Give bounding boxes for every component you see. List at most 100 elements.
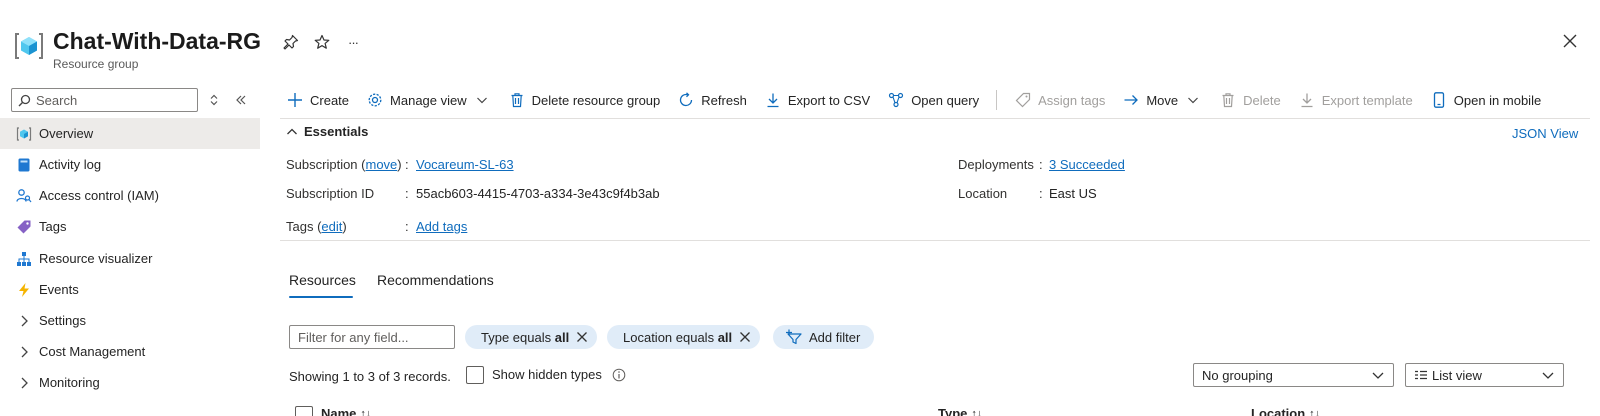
edit-tags-link[interactable]: edit [321, 219, 342, 234]
sidebar-item-label: Activity log [39, 157, 102, 172]
manage-view-label: Manage view [390, 92, 467, 108]
tab-resources[interactable]: Resources [289, 272, 356, 288]
view-value: List view [1432, 367, 1482, 383]
chevron-right-icon [16, 375, 32, 391]
tags-label: Tags (edit) [286, 219, 347, 234]
move-link[interactable]: move [366, 157, 398, 172]
tab-recommendations[interactable]: Recommendations [377, 272, 494, 288]
sidebar-item-label: Tags [39, 219, 67, 234]
manage-view-button[interactable]: Manage view [366, 91, 491, 109]
essentials-heading: Essentials [304, 124, 369, 139]
show-hidden-checkbox[interactable] [466, 366, 484, 384]
chevron-up-icon [286, 126, 298, 138]
json-view-link[interactable]: JSON View [1512, 126, 1578, 141]
delete-button[interactable]: Delete [1219, 91, 1281, 109]
more-options-button[interactable]: ··· [343, 32, 363, 52]
refresh-button[interactable]: Refresh [677, 91, 747, 109]
sidebar-item-monitoring[interactable]: Monitoring [0, 367, 260, 398]
sidebar-item-label: Cost Management [39, 344, 146, 359]
essentials-toggle[interactable]: Essentials [286, 124, 368, 139]
column-header-location[interactable]: Location ↑↓ [1251, 406, 1320, 416]
move-button[interactable]: Move [1122, 91, 1202, 109]
sidebar-item-label: Access control (IAM) [39, 188, 159, 203]
open-query-button[interactable]: Open query [887, 91, 979, 109]
page-title: Chat-With-Data-RG [53, 28, 262, 54]
sidebar-item-settings[interactable]: Settings [0, 305, 260, 336]
sidebar-item-label: Overview [39, 126, 94, 141]
sort-icon: ↑↓ [971, 407, 983, 416]
sidebar-search-input[interactable]: Search [11, 88, 198, 112]
records-summary: Showing 1 to 3 of 3 records. [289, 369, 451, 384]
add-tags-link[interactable]: Add tags [416, 219, 467, 234]
pin-icon[interactable] [281, 32, 301, 52]
refresh-label: Refresh [701, 92, 747, 108]
open-in-mobile-button[interactable]: Open in mobile [1430, 91, 1541, 109]
close-icon[interactable] [1560, 31, 1580, 51]
sort-toggle-icon[interactable] [206, 92, 222, 108]
essentials-divider [280, 240, 1590, 241]
sidebar-item-overview[interactable]: Overview [0, 118, 260, 149]
sidebar-item-resource-visualizer[interactable]: Resource visualizer [0, 243, 260, 274]
subscription-id-label: Subscription ID [286, 186, 375, 201]
query-icon [887, 91, 905, 109]
create-label: Create [310, 92, 350, 108]
sidebar-item-events[interactable]: Events [0, 274, 260, 305]
add-filter-label: Add filter [809, 329, 861, 345]
column-label: Name [321, 406, 357, 416]
column-header-name[interactable]: Name ↑↓ [321, 406, 371, 416]
location-filter-prefix: Location equals [623, 329, 715, 345]
chevron-right-icon [16, 313, 32, 329]
list-icon [1414, 369, 1428, 381]
sidebar-item-tags[interactable]: Tags [0, 211, 260, 242]
colon-separator: : [405, 157, 409, 172]
export-template-label: Export template [1321, 92, 1413, 108]
download-icon [764, 91, 782, 109]
column-label: Location [1251, 406, 1306, 416]
sort-icon: ↑↓ [1309, 407, 1321, 416]
location-filter-pill[interactable]: Location equals all [607, 325, 761, 349]
create-button[interactable]: Create [286, 91, 349, 109]
type-filter-prefix: Type equals [481, 329, 552, 345]
add-filter-button[interactable]: Add filter [773, 325, 875, 349]
colon-separator: : [405, 186, 409, 201]
sidebar-item-access-control[interactable]: Access control (IAM) [0, 180, 260, 211]
grouping-value: No grouping [1202, 367, 1273, 383]
view-dropdown[interactable]: List view [1405, 363, 1564, 387]
subscription-link[interactable]: Vocareum-SL-63 [416, 157, 514, 172]
sidebar-item-cost-management[interactable]: Cost Management [0, 336, 260, 367]
assign-tags-button[interactable]: Assign tags [1014, 91, 1105, 109]
open-in-mobile-label: Open in mobile [1453, 92, 1542, 108]
delete-resource-group-button[interactable]: Delete resource group [508, 91, 660, 109]
plus-icon [286, 91, 304, 109]
type-filter-pill[interactable]: Type equals all [465, 325, 598, 349]
sidebar-item-activity-log[interactable]: Activity log [0, 149, 260, 180]
toolbar-divider-line [280, 118, 1590, 119]
subscription-id-value: 55acb603-4415-4703-a334-3e43c9f4b3ab [416, 186, 660, 201]
location-value: East US [1049, 186, 1097, 201]
sidebar-item-label: Events [39, 282, 79, 297]
people-icon [16, 188, 32, 204]
grouping-dropdown[interactable]: No grouping [1193, 363, 1394, 387]
search-placeholder: Search [36, 92, 78, 108]
deployments-label: Deployments [958, 157, 1034, 172]
export-csv-button[interactable]: Export to CSV [764, 91, 870, 109]
remove-filter-icon[interactable] [575, 330, 589, 344]
colon-separator: : [1039, 186, 1043, 201]
location-filter-value: all [717, 329, 733, 345]
info-icon[interactable] [612, 368, 626, 382]
remove-filter-icon[interactable] [738, 330, 752, 344]
star-icon[interactable] [312, 32, 332, 52]
collapse-sidebar-icon[interactable] [233, 92, 249, 108]
colon-separator: : [1039, 157, 1043, 172]
page-subtitle: Resource group [53, 57, 139, 71]
chevron-down-icon [473, 91, 491, 109]
export-csv-label: Export to CSV [787, 92, 871, 108]
subscription-label: Subscription (move) [286, 157, 402, 172]
deployments-link[interactable]: 3 Succeeded [1049, 157, 1125, 172]
select-all-checkbox[interactable] [295, 406, 313, 416]
tags-label-text: Tags [286, 219, 314, 234]
sidebar-item-label: Monitoring [39, 375, 100, 390]
filter-input[interactable] [289, 325, 455, 349]
column-header-type[interactable]: Type ↑↓ [938, 406, 982, 416]
export-template-button[interactable]: Export template [1298, 91, 1413, 109]
